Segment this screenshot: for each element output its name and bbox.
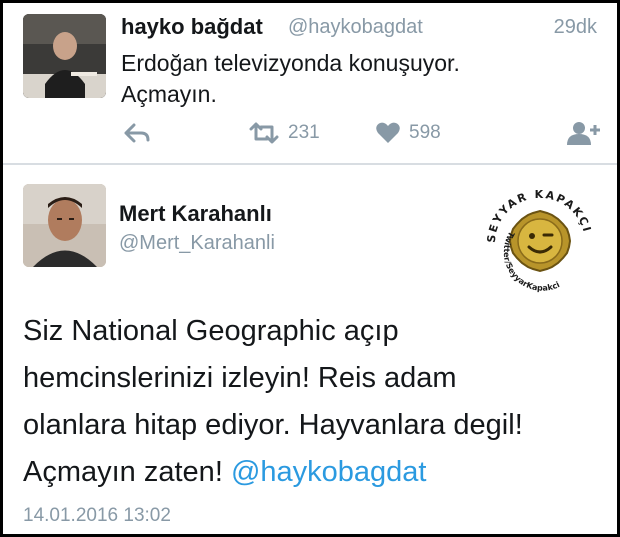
tweet-text-line: Açmayın zaten! @haykobagdat bbox=[23, 449, 608, 496]
retweet-icon bbox=[249, 122, 279, 144]
divider bbox=[3, 163, 617, 165]
quoted-tweet[interactable]: hayko bağdat @haykobagdat 29dk Erdoğan t… bbox=[3, 3, 617, 165]
reply-icon bbox=[124, 123, 150, 143]
tweet-screenshot: hayko bağdat @haykobagdat 29dk Erdoğan t… bbox=[3, 3, 617, 534]
author-handle[interactable]: @haykobagdat bbox=[288, 16, 423, 39]
heart-icon bbox=[376, 122, 400, 143]
author-name[interactable]: hayko bağdat bbox=[121, 14, 263, 40]
tweet-text-line: Siz National Geographic açıp bbox=[23, 315, 399, 347]
tweet-text-fragment: Açmayın zaten! bbox=[23, 456, 231, 488]
tweet-date[interactable]: 14.01.2016 13:02 bbox=[23, 505, 171, 527]
tweet-text-line: hemcinslerinizi izleyin! Reis adam bbox=[23, 362, 457, 394]
tweet-text: Erdoğan televizyonda konuşuyor. Açmayın. bbox=[121, 48, 591, 110]
retweet-count: 231 bbox=[288, 122, 320, 143]
avatar[interactable] bbox=[23, 14, 106, 98]
tweet-text: Siz National Geographic açıp hemcinsleri… bbox=[23, 308, 608, 496]
tweet-actions: 231 598 bbox=[3, 118, 617, 148]
follow-icon bbox=[567, 122, 600, 145]
tweet-timestamp[interactable]: 29dk bbox=[554, 16, 597, 39]
author-name[interactable]: Mert Karahanlı bbox=[119, 201, 272, 227]
retweet-button[interactable]: 231 bbox=[248, 118, 320, 148]
like-count: 598 bbox=[409, 122, 441, 143]
tweet-text-line: olanlara hitap ediyor. Hayvanlara degil! bbox=[23, 409, 523, 441]
author-handle[interactable]: @Mert_Karahanli bbox=[119, 232, 275, 255]
tweet-text-line: Erdoğan televizyonda konuşuyor. bbox=[121, 50, 460, 76]
follow-button[interactable] bbox=[566, 118, 600, 148]
tweet-text-line: Açmayın. bbox=[121, 81, 217, 107]
avatar[interactable] bbox=[23, 184, 106, 267]
watermark-logo: SEYYAR KAPAKÇI Twitter/SeyyarKapakci bbox=[475, 173, 605, 303]
mention-link[interactable]: @haykobagdat bbox=[231, 456, 427, 488]
reply-button[interactable] bbox=[123, 118, 151, 148]
like-button[interactable]: 598 bbox=[375, 118, 441, 148]
